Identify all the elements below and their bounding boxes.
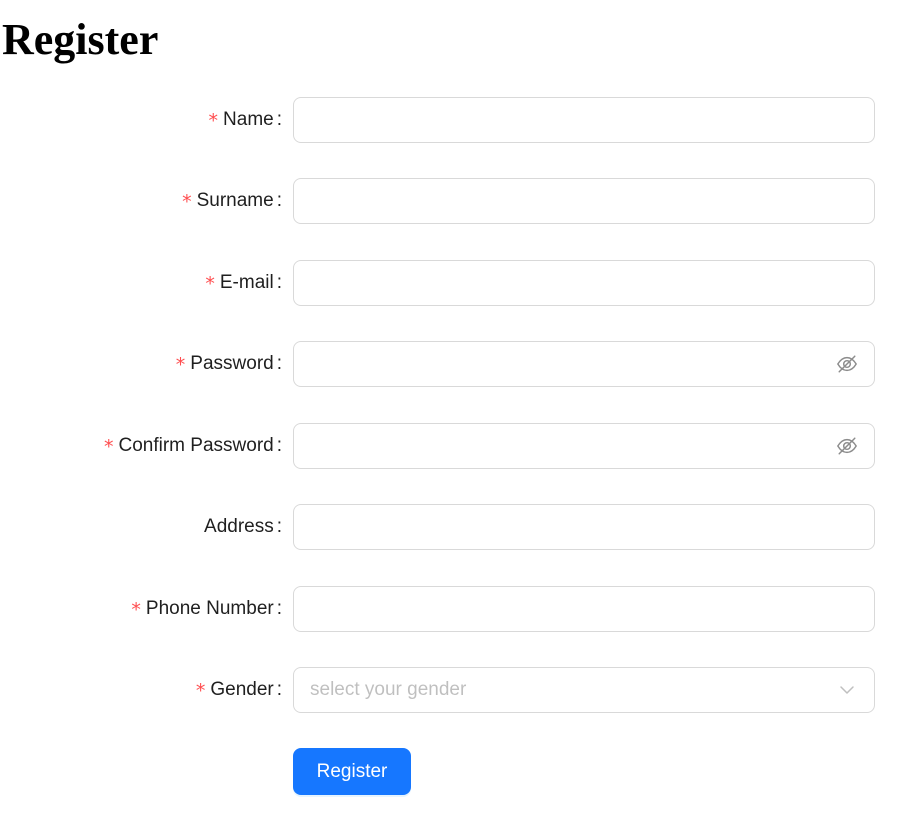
name-label-text: Name bbox=[223, 109, 274, 130]
form-row-password: * Password : bbox=[0, 341, 920, 387]
surname-input[interactable] bbox=[294, 181, 874, 221]
chevron-down-icon bbox=[835, 678, 859, 702]
gender-select-placeholder: select your gender bbox=[310, 679, 467, 700]
address-field[interactable] bbox=[293, 504, 875, 550]
form-row-surname: * Surname : bbox=[0, 178, 920, 224]
required-mark: * bbox=[195, 680, 206, 702]
address-label-text: Address bbox=[204, 516, 274, 537]
gender-select[interactable]: select your gender bbox=[293, 667, 875, 713]
address-input[interactable] bbox=[294, 507, 874, 547]
gender-label-text: Gender bbox=[210, 679, 274, 700]
label-colon: : bbox=[276, 598, 282, 619]
confirm-password-field[interactable] bbox=[293, 423, 875, 469]
label-colon: : bbox=[276, 435, 282, 456]
password-label: * Password : bbox=[0, 341, 282, 387]
password-label-text: Password bbox=[190, 353, 274, 374]
label-colon: : bbox=[276, 272, 282, 293]
email-label: * E-mail : bbox=[0, 260, 282, 306]
form-row-name: * Name : bbox=[0, 97, 920, 143]
phone-label: * Phone Number : bbox=[0, 586, 282, 632]
name-input[interactable] bbox=[294, 100, 874, 140]
required-mark: * bbox=[104, 436, 114, 458]
label-colon: : bbox=[276, 516, 282, 537]
required-mark: * bbox=[208, 110, 219, 132]
form-row-email: * E-mail : bbox=[0, 260, 920, 306]
email-input[interactable] bbox=[294, 263, 874, 303]
form-row-gender: * Gender : select your gender bbox=[0, 667, 920, 713]
email-field[interactable] bbox=[293, 260, 875, 306]
form-row-confirm-password: * Confirm Password : bbox=[0, 423, 920, 469]
required-mark: * bbox=[131, 599, 141, 621]
gender-label: * Gender : bbox=[0, 667, 282, 713]
name-field[interactable] bbox=[293, 97, 875, 143]
form-row-address: Address : bbox=[0, 504, 920, 550]
password-input[interactable] bbox=[294, 344, 835, 384]
label-colon: : bbox=[276, 109, 282, 130]
eye-invisible-icon[interactable] bbox=[835, 352, 859, 376]
address-label: Address : bbox=[0, 504, 282, 550]
confirm-password-label: * Confirm Password : bbox=[0, 423, 282, 469]
phone-input[interactable] bbox=[294, 589, 874, 629]
phone-label-text: Phone Number bbox=[145, 598, 274, 619]
password-field[interactable] bbox=[293, 341, 875, 387]
surname-field[interactable] bbox=[293, 178, 875, 224]
confirm-password-input[interactable] bbox=[294, 426, 835, 466]
label-colon: : bbox=[276, 679, 282, 700]
form-row-phone: * Phone Number : bbox=[0, 586, 920, 632]
email-label-text: E-mail bbox=[219, 272, 274, 293]
confirm-password-label-text: Confirm Password bbox=[118, 435, 274, 456]
page-title: Register bbox=[2, 15, 159, 64]
label-colon: : bbox=[276, 353, 282, 374]
required-mark: * bbox=[182, 191, 192, 213]
required-mark: * bbox=[205, 273, 215, 295]
name-label: * Name : bbox=[0, 97, 282, 143]
required-mark: * bbox=[175, 354, 186, 376]
eye-invisible-icon[interactable] bbox=[835, 434, 859, 458]
register-button[interactable]: Register bbox=[293, 748, 411, 795]
surname-label: * Surname : bbox=[0, 178, 282, 224]
surname-label-text: Surname bbox=[196, 190, 274, 211]
label-colon: : bbox=[276, 190, 282, 211]
phone-field[interactable] bbox=[293, 586, 875, 632]
